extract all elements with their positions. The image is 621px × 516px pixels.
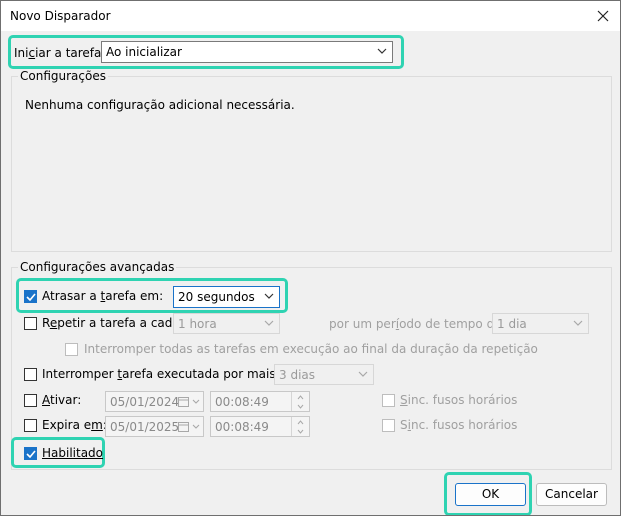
spin-up-icon — [297, 395, 304, 400]
enabled-label: Habilitado — [42, 446, 104, 460]
repeat-checkbox[interactable] — [24, 317, 37, 330]
expire-label: Expira em: — [42, 418, 107, 432]
activate-sync-checkbox[interactable] — [382, 394, 395, 407]
calendar-icon — [178, 422, 189, 432]
window-title: Novo Disparador — [10, 9, 111, 23]
stop-all-label: Interromper todas as tarefas em execução… — [84, 342, 538, 356]
chevron-down-icon — [358, 371, 368, 377]
repeat-label: Repetir a tarefa a cada: — [42, 316, 184, 330]
calendar-icon — [178, 397, 189, 407]
settings-message: Nenhuma configuração adicional necessári… — [25, 98, 295, 112]
spin-up-icon — [297, 420, 304, 425]
activate-date-field[interactable]: 05/01/2024 — [105, 391, 204, 412]
close-button[interactable] — [591, 5, 615, 27]
close-icon — [597, 10, 609, 22]
ok-button[interactable]: OK — [455, 483, 526, 506]
delay-label: Atrasar a tarefa em: — [42, 289, 164, 303]
delay-checkbox[interactable] — [24, 290, 37, 303]
delay-select[interactable]: 20 segundos — [173, 286, 280, 308]
chevron-down-icon — [264, 293, 274, 299]
stop-all-checkbox[interactable] — [65, 343, 78, 356]
checkmark-icon — [26, 293, 36, 301]
expire-time-field[interactable]: 00:08:49 — [210, 416, 310, 437]
expire-sync-label: Sinc. fusos horários — [400, 418, 518, 432]
dialog-window: Novo Disparador Iniciar a tarefa: Ao ini… — [0, 0, 621, 516]
stop-longer-checkbox[interactable] — [24, 368, 37, 381]
expire-checkbox[interactable] — [24, 419, 37, 432]
expire-date-field[interactable]: 05/01/2025 — [105, 416, 204, 437]
enabled-checkbox[interactable] — [24, 447, 37, 460]
chevron-down-icon — [192, 399, 200, 404]
advanced-group-title: Configurações avançadas — [18, 260, 177, 274]
chevron-down-icon — [573, 320, 583, 326]
spin-down-icon — [297, 404, 304, 409]
stop-longer-label: Interromper tarefa executada por mais de… — [42, 367, 299, 381]
time-spinner[interactable] — [291, 417, 309, 436]
chevron-down-icon — [377, 48, 387, 54]
activate-sync-label: Sinc. fusos horários — [400, 393, 518, 407]
activate-checkbox[interactable] — [24, 394, 37, 407]
title-bar: Novo Disparador — [1, 1, 620, 31]
activate-time-field[interactable]: 00:08:49 — [210, 391, 310, 412]
activate-label: Ativar: — [42, 393, 82, 407]
chevron-down-icon — [264, 320, 274, 326]
trigger-label: Iniciar a tarefa: — [14, 46, 106, 60]
time-spinner[interactable] — [291, 392, 309, 411]
checkmark-icon — [26, 450, 36, 458]
cancel-button[interactable]: Cancelar — [536, 483, 607, 506]
settings-group-title: Configurações — [18, 69, 108, 83]
stop-longer-select[interactable]: 3 dias — [274, 364, 374, 385]
chevron-down-icon — [192, 424, 200, 429]
spin-down-icon — [297, 429, 304, 434]
expire-sync-checkbox[interactable] — [382, 419, 395, 432]
repeat-duration-select[interactable]: 1 dia — [492, 313, 589, 334]
trigger-select[interactable]: Ao inicializar — [101, 41, 393, 63]
repeat-duration-label: por um período de tempo de: — [329, 317, 506, 331]
repeat-select[interactable]: 1 hora — [173, 313, 280, 334]
